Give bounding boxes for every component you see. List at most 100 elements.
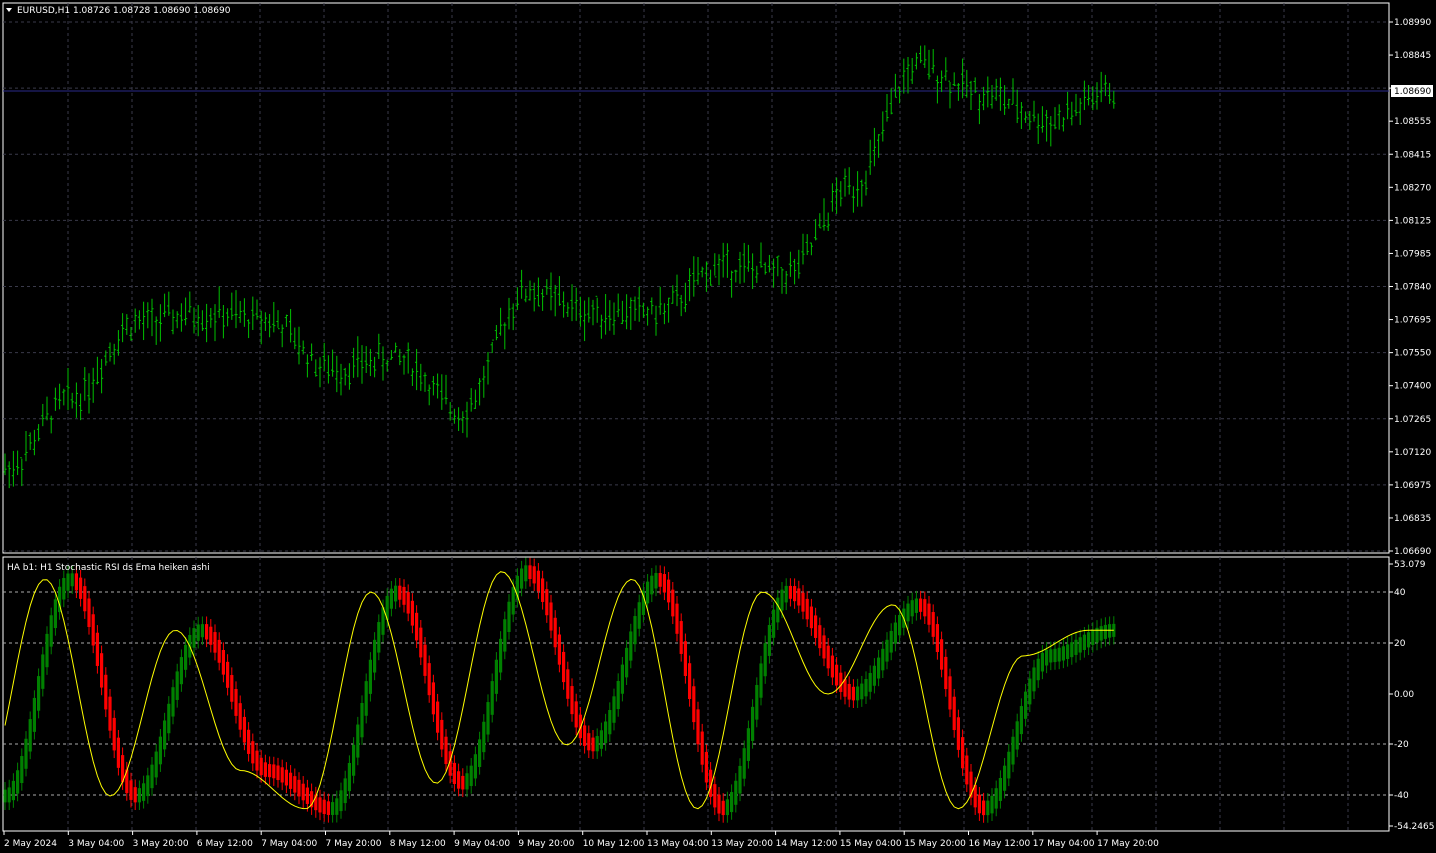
ha-candle[interactable]: [284, 769, 288, 786]
ha-candle[interactable]: [780, 589, 784, 611]
ha-candle[interactable]: [541, 578, 545, 602]
ha-candle[interactable]: [70, 573, 74, 587]
ha-candle[interactable]: [217, 639, 221, 663]
ha-candle[interactable]: [809, 606, 813, 629]
ha-candle[interactable]: [167, 703, 171, 734]
ha-candle[interactable]: [532, 566, 536, 584]
ha-candle[interactable]: [511, 587, 515, 615]
ha-candle[interactable]: [184, 644, 188, 670]
ha-candle[interactable]: [402, 586, 406, 605]
ha-candle[interactable]: [566, 669, 570, 699]
ha-candle[interactable]: [692, 686, 696, 723]
ha-candle[interactable]: [37, 676, 41, 711]
ha-candle[interactable]: [704, 751, 708, 783]
ha-candle[interactable]: [919, 598, 923, 612]
ha-candle[interactable]: [591, 737, 595, 752]
ha-candle[interactable]: [1061, 646, 1065, 661]
ha-candle[interactable]: [1045, 649, 1049, 666]
ha-candle[interactable]: [490, 681, 494, 715]
ha-candle[interactable]: [331, 802, 335, 815]
ha-candle[interactable]: [536, 570, 540, 592]
ha-candle[interactable]: [1053, 648, 1057, 663]
ha-candle[interactable]: [226, 661, 230, 688]
ha-candle[interactable]: [814, 615, 818, 638]
ha-candle[interactable]: [268, 764, 272, 778]
ha-candle[interactable]: [898, 614, 902, 636]
ha-candle[interactable]: [788, 585, 792, 599]
ha-candle[interactable]: [759, 663, 763, 698]
ha-candle[interactable]: [444, 736, 448, 764]
ha-candle[interactable]: [1024, 691, 1028, 719]
ha-candle[interactable]: [658, 573, 662, 587]
ha-candle[interactable]: [179, 657, 183, 685]
ha-candle[interactable]: [872, 665, 876, 686]
ha-candle[interactable]: [1057, 647, 1061, 662]
ha-candle[interactable]: [368, 659, 372, 694]
ha-candle[interactable]: [305, 787, 309, 804]
ha-candle[interactable]: [53, 599, 57, 629]
ha-candle[interactable]: [662, 574, 666, 593]
ha-candle[interactable]: [11, 780, 15, 801]
ha-candle[interactable]: [961, 737, 965, 769]
ha-candle[interactable]: [675, 603, 679, 634]
ha-candle[interactable]: [335, 798, 339, 815]
ha-candle[interactable]: [62, 578, 66, 600]
ha-candle[interactable]: [797, 588, 801, 606]
ha-candle[interactable]: [507, 601, 511, 632]
ha-candle[interactable]: [994, 788, 998, 809]
ha-candle[interactable]: [608, 710, 612, 735]
ha-candle[interactable]: [356, 724, 360, 758]
ha-candle[interactable]: [1099, 626, 1103, 641]
ha-candle[interactable]: [364, 681, 368, 716]
ha-candle[interactable]: [671, 589, 675, 617]
ha-candle[interactable]: [473, 754, 477, 779]
ha-candle[interactable]: [713, 784, 717, 808]
ha-candle[interactable]: [377, 622, 381, 653]
ha-candle[interactable]: [835, 664, 839, 686]
ha-candle[interactable]: [528, 565, 532, 580]
ha-candle[interactable]: [667, 579, 671, 603]
ha-candle[interactable]: [830, 655, 834, 678]
ha-candle[interactable]: [633, 616, 637, 645]
ha-candle[interactable]: [822, 635, 826, 659]
ha-candle[interactable]: [276, 765, 280, 781]
ha-candle[interactable]: [293, 776, 297, 793]
ha-candle[interactable]: [524, 565, 528, 582]
ha-candle[interactable]: [923, 599, 927, 617]
ha-candle[interactable]: [742, 748, 746, 779]
ha-candle[interactable]: [469, 765, 473, 787]
ha-candle[interactable]: [612, 696, 616, 723]
ha-candle[interactable]: [557, 634, 561, 665]
ha-candle[interactable]: [263, 762, 267, 777]
ha-candle[interactable]: [868, 673, 872, 692]
ha-candle[interactable]: [95, 632, 99, 666]
ha-candle[interactable]: [549, 602, 553, 631]
ha-candle[interactable]: [272, 764, 276, 779]
ha-candle[interactable]: [625, 647, 629, 678]
ha-candle[interactable]: [100, 653, 104, 688]
ha-candle[interactable]: [259, 757, 263, 776]
ha-candle[interactable]: [45, 633, 49, 668]
ha-candle[interactable]: [906, 603, 910, 622]
ha-candle[interactable]: [339, 790, 343, 812]
ha-candle[interactable]: [520, 568, 524, 589]
ha-candle[interactable]: [881, 648, 885, 671]
ha-candle[interactable]: [801, 592, 805, 612]
ha-candle[interactable]: [637, 602, 641, 629]
ha-candle[interactable]: [24, 738, 28, 769]
ha-candle[interactable]: [696, 709, 700, 745]
ha-candle[interactable]: [1049, 649, 1053, 663]
ha-candle[interactable]: [41, 654, 45, 689]
ha-candle[interactable]: [1019, 706, 1023, 735]
ha-candle[interactable]: [104, 674, 108, 710]
ha-candle[interactable]: [457, 771, 461, 789]
ha-candle[interactable]: [599, 730, 603, 749]
ha-candle[interactable]: [688, 663, 692, 700]
ha-candle[interactable]: [129, 780, 133, 800]
ha-candle[interactable]: [646, 581, 650, 604]
ha-candle[interactable]: [423, 644, 427, 676]
ha-candle[interactable]: [986, 800, 990, 816]
ha-candle[interactable]: [158, 736, 162, 765]
ha-candle[interactable]: [856, 686, 860, 701]
ha-candle[interactable]: [406, 592, 410, 614]
